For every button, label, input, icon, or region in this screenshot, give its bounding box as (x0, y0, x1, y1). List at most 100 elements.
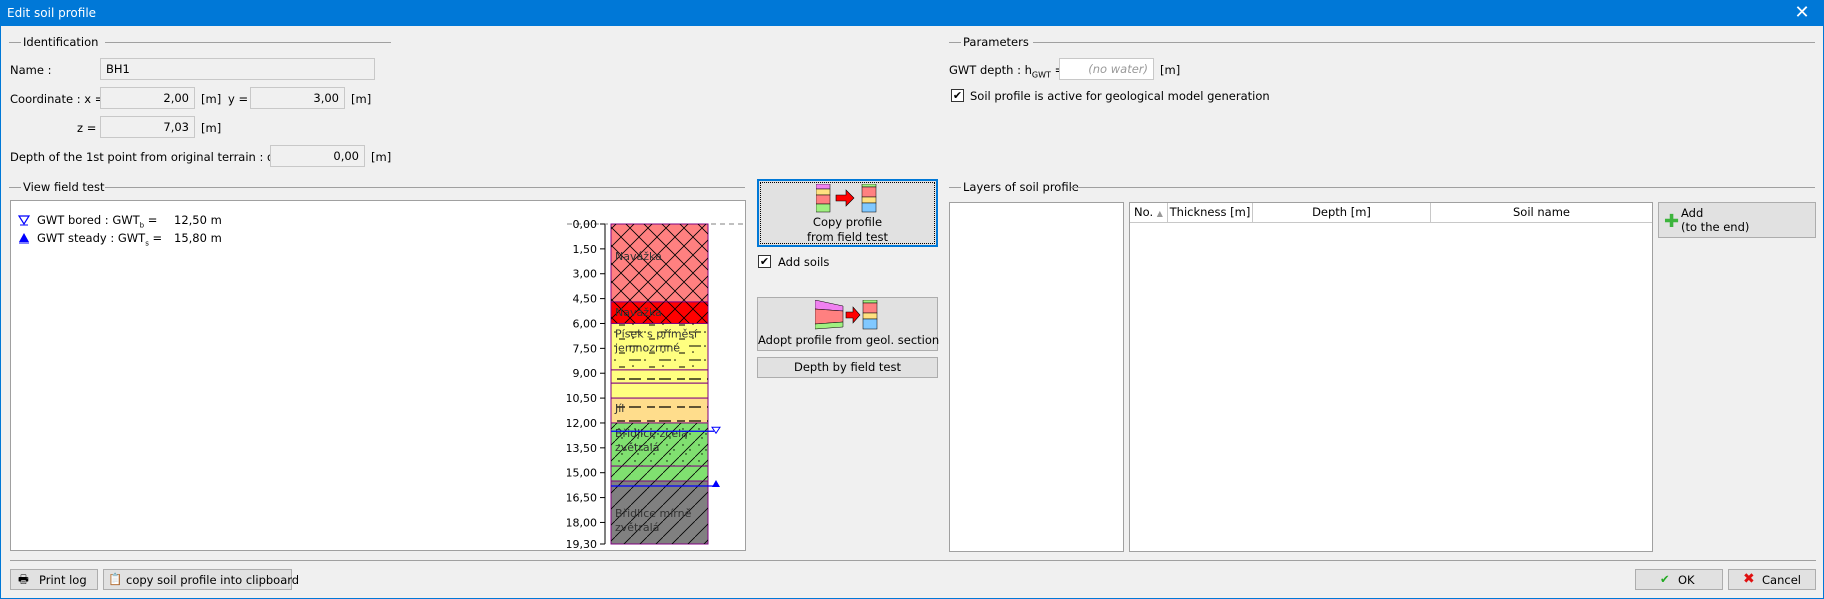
active-model-checkbox[interactable]: ✔ (951, 89, 964, 102)
soil-layer-label: zvětralá (615, 441, 659, 454)
title-bar: Edit soil profile ✕ (1, 1, 1823, 26)
column-header-no[interactable]: No. ▲ (1130, 203, 1168, 223)
view-field-test-group: View field test (9, 180, 745, 194)
footer-separator (10, 560, 1816, 561)
gwt-depth-input[interactable]: (no water) (1059, 58, 1154, 80)
print-log-button[interactable]: 🖶 Print log (10, 569, 98, 590)
cancel-x-icon: ✖ (1743, 571, 1755, 587)
add-soils-checkbox[interactable]: ✔ (758, 255, 771, 268)
depth-tick-label: 12,00 (567, 417, 597, 430)
active-model-label: Soil profile is active for geological mo… (970, 89, 1270, 103)
field-test-panel: GWT bored : GWTb = 12,50 m GWT steady : … (10, 200, 747, 551)
copy-profile-line2: from field test (807, 230, 888, 244)
parameters-title: Parameters (963, 35, 1033, 49)
name-field[interactable]: BH1 (100, 58, 375, 80)
depth-tick-label: 7,50 (573, 342, 598, 355)
printer-icon: 🖶 (18, 572, 29, 586)
copy-profile-icon (816, 184, 877, 213)
add-line2: (to the end) (1681, 220, 1750, 234)
checkmark-icon: ✔ (1660, 572, 1670, 586)
depth-tick-label: 18,00 (567, 516, 597, 529)
layers-table[interactable]: No. ▲ Thickness [m] Depth [m] Soil name (1129, 202, 1653, 552)
edit-soil-profile-dialog: Edit soil profile ✕ Identification Name … (0, 0, 1824, 599)
soil-layer-label: jemnozrnné (614, 341, 680, 354)
coordinate-x-label: Coordinate : x = (10, 92, 105, 106)
layers-title: Layers of soil profile (963, 180, 1083, 194)
soil-layer-pattern (611, 398, 708, 423)
soil-layer-label: Břidlice mírně (615, 507, 692, 520)
identification-title: Identification (23, 35, 103, 49)
sort-asc-icon: ▲ (1156, 209, 1163, 218)
depth-tick-label: 4,50 (573, 293, 598, 306)
depth-tick-label: 19,30 (567, 538, 597, 551)
gwt-bored-icon (18, 215, 30, 226)
view-field-test-title: View field test (23, 180, 109, 194)
z-field[interactable]: 7,03 (100, 116, 195, 138)
copy-clipboard-label: copy soil profile into clipboard (126, 573, 300, 587)
y-label: y = (228, 92, 249, 106)
soil-profile-column: 0,00 1,50 3,00 4,50 6,00 7,50 9,00 10,50 12,00 13… (567, 218, 747, 551)
gwt-steady-value: 15,80 m (174, 231, 222, 245)
soil-layer-pattern (611, 466, 708, 481)
copy-profile-from-field-test-button[interactable]: Copy profile from field test (757, 179, 938, 247)
add-line1: Add (1681, 206, 1704, 220)
depth-first-point-field[interactable]: 0,00 (270, 145, 365, 167)
gwt-steady-icon (19, 233, 29, 244)
depth-tick-label: 1,50 (573, 243, 598, 256)
identification-group: Identification (9, 35, 391, 49)
column-header-soil-name[interactable]: Soil name (1431, 203, 1652, 223)
soil-layer-label: Navážka (615, 306, 662, 319)
soil-layer-label: Navážka (615, 250, 662, 263)
cancel-label: Cancel (1762, 573, 1801, 587)
depth-tick-label: 9,00 (573, 367, 598, 380)
z-label: z = (77, 121, 97, 135)
gwt-steady-label: GWT steady : GWTs = (37, 231, 163, 248)
gwt-bored-label: GWT bored : GWTb = (37, 213, 158, 230)
add-to-end-button[interactable]: ✚ Add (to the end) (1658, 202, 1816, 238)
plus-icon: ✚ (1664, 211, 1680, 232)
depth-tick-label: 0,00 (573, 218, 598, 231)
layers-preview-panel (949, 202, 1124, 552)
depth-tick-label: 10,50 (567, 392, 597, 405)
depth-unit: [m] (371, 150, 392, 164)
y-field[interactable]: 3,00 (250, 87, 345, 109)
x-unit: [m] (201, 92, 222, 106)
layers-group: Layers of soil profile (949, 180, 1815, 194)
add-soils-label: Add soils (778, 255, 830, 269)
gwt-steady-marker (712, 479, 720, 487)
copy-profile-line1: Copy profile (812, 215, 883, 229)
soil-layer-label: zvětralá (615, 521, 659, 534)
gwt-depth-label: GWT depth : hGWT = (949, 63, 1065, 80)
name-label: Name : (10, 63, 52, 77)
column-header-depth[interactable]: Depth [m] (1253, 203, 1431, 223)
depth-tick-label: 15,00 (567, 467, 597, 480)
soil-layer-pattern (611, 369, 708, 384)
window-title: Edit soil profile (7, 6, 97, 20)
adopt-profile-label: Adopt profile from geol. section (758, 333, 940, 347)
soil-layer-label: Písek s příměsí (615, 327, 698, 340)
ok-label: OK (1678, 573, 1695, 587)
depth-tick-label: 13,50 (567, 442, 597, 455)
ok-button[interactable]: ✔ OK (1635, 569, 1723, 590)
depth-by-field-test-button[interactable]: Depth by field test (757, 357, 938, 378)
x-field[interactable]: 2,00 (100, 87, 195, 109)
z-unit: [m] (201, 121, 222, 135)
gwt-bored-marker (711, 426, 721, 435)
copy-to-clipboard-button[interactable]: 📋 copy soil profile into clipboard (103, 569, 299, 590)
column-header-thickness[interactable]: Thickness [m] (1168, 203, 1253, 223)
depth-tick-label: 16,50 (567, 492, 597, 505)
adopt-profile-button[interactable]: Adopt profile from geol. section (757, 297, 940, 351)
depth-tick-label: 3,00 (573, 268, 598, 281)
y-unit: [m] (351, 92, 372, 106)
print-log-label: Print log (39, 573, 87, 587)
parameters-group: Parameters (949, 35, 1815, 49)
cancel-button[interactable]: ✖ Cancel (1728, 569, 1816, 590)
clipboard-icon: 📋 (108, 572, 123, 586)
soil-layer-label: Jíl (614, 402, 624, 415)
depth-tick-label: 6,00 (573, 317, 598, 330)
gwt-bored-value: 12,50 m (174, 213, 222, 227)
close-icon[interactable]: ✕ (1787, 2, 1817, 24)
gwt-depth-unit: [m] (1160, 63, 1181, 77)
soil-layer-label: Břidlice zcela (615, 427, 688, 440)
soil-layer (610, 382, 709, 399)
